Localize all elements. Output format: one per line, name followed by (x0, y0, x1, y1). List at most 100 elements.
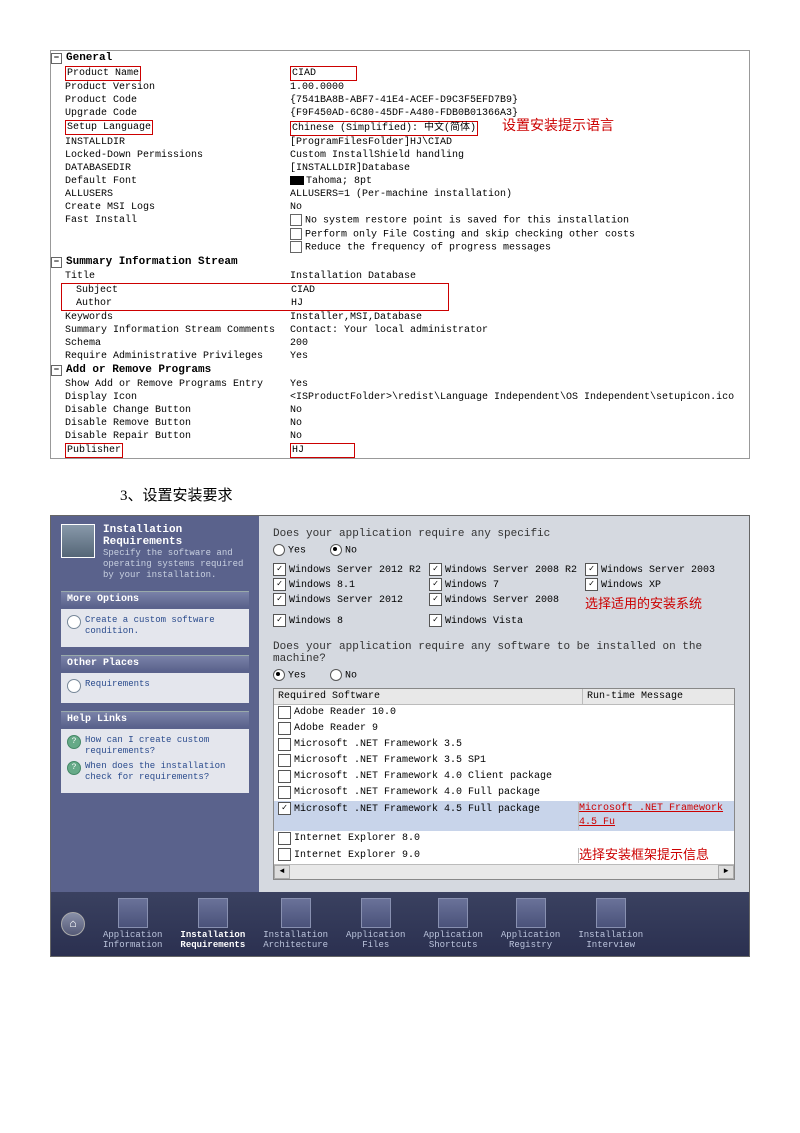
help-link-1[interactable]: ?How can I create custom requirements? (67, 735, 243, 757)
setup-language-value[interactable]: Chinese (Simplified): 中文(简体) (290, 121, 478, 136)
sw-checkbox[interactable] (278, 786, 291, 799)
require-admin-value[interactable]: Yes (290, 350, 747, 363)
other-places-header: Other Places (61, 655, 249, 671)
schema-value[interactable]: 200 (290, 337, 747, 350)
sw-checkbox[interactable] (278, 832, 291, 845)
scroll-left-icon[interactable]: ◄ (274, 865, 290, 879)
sw-checkbox[interactable] (278, 754, 291, 767)
section-general[interactable]: −General (51, 51, 749, 66)
os-checkbox[interactable]: ✓ (429, 614, 442, 627)
requirements-icon (61, 524, 95, 558)
scroll-right-icon[interactable]: ► (718, 865, 734, 879)
yes-label: Yes (288, 546, 306, 557)
product-name-value[interactable]: CIAD (290, 66, 357, 81)
home-button[interactable]: ⌂ (61, 912, 85, 936)
sw-checkbox[interactable] (278, 738, 291, 751)
sw-no-radio[interactable] (330, 669, 342, 681)
disable-change-value[interactable]: No (290, 404, 747, 417)
os-yes-radio[interactable] (273, 544, 285, 556)
fast-install-opt2-checkbox[interactable] (290, 228, 302, 240)
default-font-value[interactable]: Tahoma; 8pt (290, 175, 747, 188)
fast-install-opt1: No system restore point is saved for thi… (305, 216, 629, 227)
fast-install-opt1-checkbox[interactable] (290, 214, 302, 226)
installdir-value[interactable]: [ProgramFilesFolder]HJ\CIAD (290, 136, 747, 149)
requirements-icon (198, 898, 228, 928)
author-value[interactable]: HJ (291, 297, 446, 310)
product-code-value[interactable]: {7541BA8B-ABF7-41E4-ACEF-D9C3F5EFD7B9} (290, 94, 747, 107)
sw-checkbox[interactable] (278, 722, 291, 735)
magnifier-icon (67, 615, 81, 629)
os-checkbox[interactable]: ✓ (273, 614, 286, 627)
allusers-label: ALLUSERS (53, 188, 290, 201)
locked-down-value[interactable]: Custom InstallShield handling (290, 149, 747, 162)
create-msi-logs-label: Create MSI Logs (53, 201, 290, 214)
fast-install-label: Fast Install (53, 214, 290, 255)
locked-down-label: Locked-Down Permissions (53, 149, 290, 162)
nav-installation-requirements[interactable]: Installation Requirements (180, 898, 245, 950)
publisher-label: Publisher (65, 443, 123, 458)
product-name-label: Product Name (65, 66, 141, 81)
nav-application-information[interactable]: Application Information (103, 898, 162, 950)
databasedir-value[interactable]: [INSTALLDIR]Database (290, 162, 747, 175)
step-title: 3、设置安装要求 (120, 484, 750, 505)
author-label: Author (64, 297, 291, 310)
publisher-value[interactable]: HJ (290, 443, 355, 458)
os-no-radio[interactable] (330, 544, 342, 556)
nav-application-shortcuts[interactable]: Application Shortcuts (423, 898, 482, 950)
nav-installation-interview[interactable]: Installation Interview (578, 898, 643, 950)
os-checkbox[interactable]: ✓ (273, 578, 286, 591)
nav-installation-architecture[interactable]: Installation Architecture (263, 898, 328, 950)
allusers-value[interactable]: ALLUSERS=1 (Per-machine installation) (290, 188, 747, 201)
disable-repair-value[interactable]: No (290, 430, 747, 443)
product-code-label: Product Code (53, 94, 290, 107)
disable-remove-value[interactable]: No (290, 417, 747, 430)
col-required-software[interactable]: Required Software (274, 689, 583, 704)
os-checkbox[interactable]: ✓ (429, 578, 442, 591)
architecture-icon (281, 898, 311, 928)
magnifier-icon (67, 679, 81, 693)
custom-condition-link[interactable]: Create a custom software condition. (67, 615, 243, 637)
runtime-message[interactable]: Microsoft .NET Framework 4.5 Fu (579, 802, 730, 830)
comments-value[interactable]: Contact: Your local administrator (290, 324, 747, 337)
show-entry-value[interactable]: Yes (290, 378, 747, 391)
os-checkbox[interactable]: ✓ (585, 578, 598, 591)
title-value[interactable]: Installation Database (290, 270, 747, 283)
section-addremove[interactable]: −Add or Remove Programs (51, 363, 749, 378)
show-entry-label: Show Add or Remove Programs Entry (53, 378, 290, 391)
collapse-icon[interactable]: − (51, 365, 62, 376)
col-runtime-message[interactable]: Run-time Message (583, 689, 734, 704)
requirements-link[interactable]: Requirements (67, 679, 243, 693)
product-version-value[interactable]: 1.00.0000 (290, 81, 747, 94)
sw-checkbox[interactable] (278, 706, 291, 719)
os-checkbox[interactable]: ✓ (273, 563, 286, 576)
section-summary[interactable]: −Summary Information Stream (51, 255, 749, 270)
help-link-2[interactable]: ?When does the installation check for re… (67, 761, 243, 783)
comments-label: Summary Information Stream Comments (53, 324, 290, 337)
keywords-value[interactable]: Installer,MSI,Database (290, 311, 747, 324)
sw-checkbox[interactable] (278, 770, 291, 783)
os-checkbox[interactable]: ✓ (429, 563, 442, 576)
os-checkbox[interactable]: ✓ (273, 593, 286, 606)
sw-checkbox[interactable] (278, 848, 291, 861)
nav-application-files[interactable]: Application Files (346, 898, 405, 950)
shortcuts-icon (438, 898, 468, 928)
os-checkbox[interactable]: ✓ (585, 563, 598, 576)
collapse-icon[interactable]: − (51, 53, 62, 64)
display-icon-value[interactable]: <ISProductFolder>\redist\Language Indepe… (290, 391, 747, 404)
default-font-label: Default Font (53, 175, 290, 188)
fast-install-opt3-checkbox[interactable] (290, 241, 302, 253)
horizontal-scrollbar[interactable]: ◄► (274, 864, 734, 879)
fast-install-opt3: Reduce the frequency of progress message… (305, 243, 551, 254)
app-info-icon (118, 898, 148, 928)
subject-value[interactable]: CIAD (291, 284, 446, 297)
disable-repair-label: Disable Repair Button (53, 430, 290, 443)
collapse-icon[interactable]: − (51, 257, 62, 268)
sw-yes-radio[interactable] (273, 669, 285, 681)
question-software: Does your application require any softwa… (273, 641, 735, 665)
os-checkbox[interactable]: ✓ (429, 593, 442, 606)
sidebar-desc: Specify the software and operating syste… (103, 548, 249, 581)
nav-application-registry[interactable]: Application Registry (501, 898, 560, 950)
sw-row-selected[interactable]: ✓Microsoft .NET Framework 4.5 Full packa… (274, 801, 734, 831)
create-msi-logs-value[interactable]: No (290, 201, 747, 214)
sw-checkbox[interactable]: ✓ (278, 802, 291, 815)
